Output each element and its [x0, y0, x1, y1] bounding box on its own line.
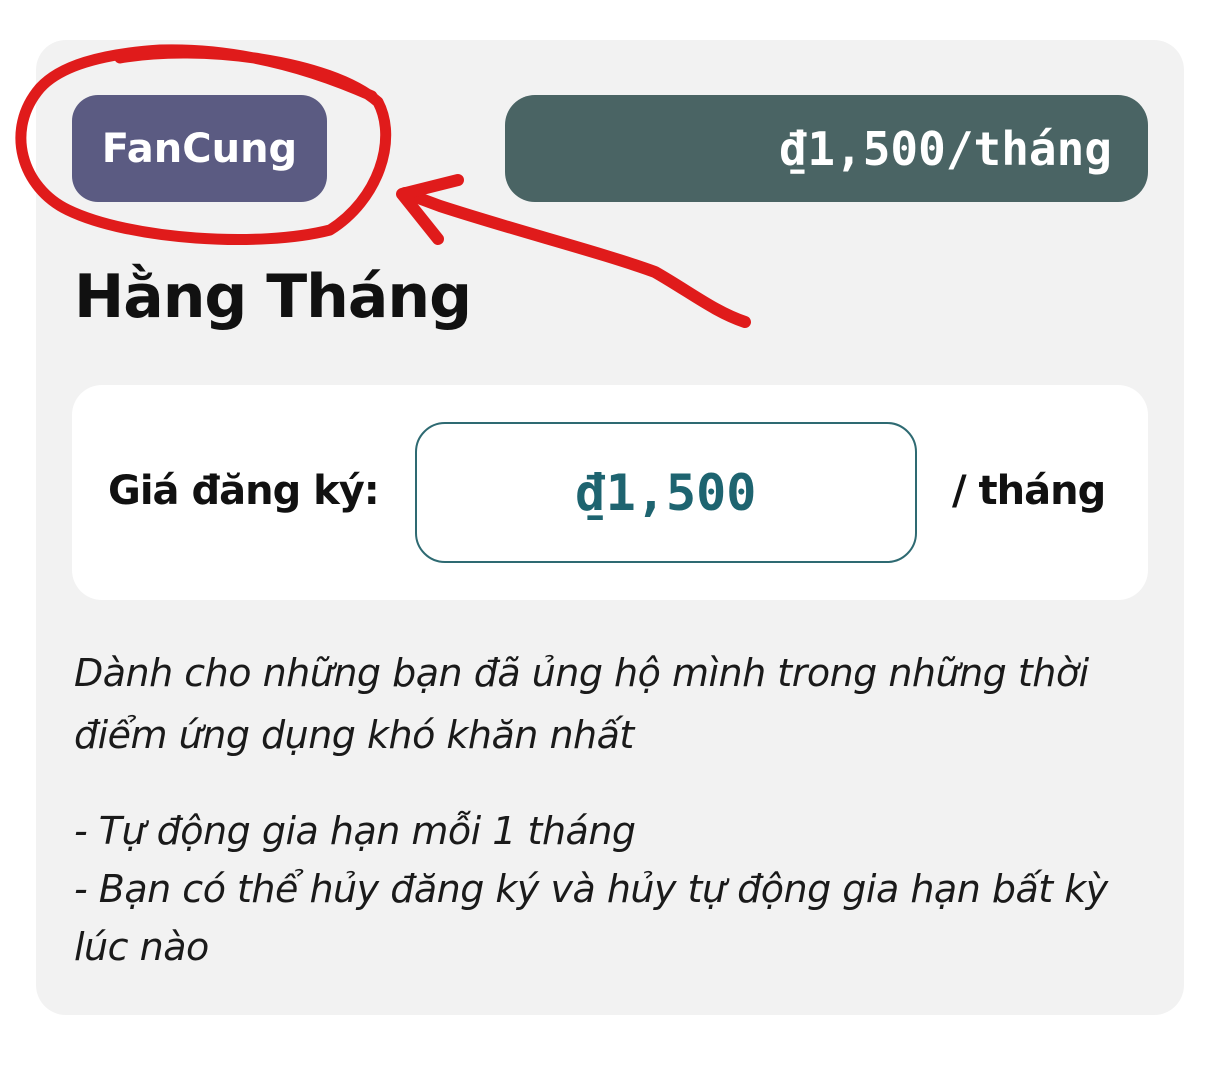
price-unit: / tháng — [952, 468, 1106, 514]
benefits-list: - Tự động gia hạn mỗi 1 tháng - Bạn có t… — [74, 802, 1154, 976]
price-value: ₫1,500 — [575, 463, 757, 522]
benefit-item: - Bạn có thể hủy đăng ký và hủy tự động … — [74, 867, 1108, 969]
plan-title: Hằng Tháng — [74, 262, 472, 332]
tier-name: FanCung — [101, 125, 298, 172]
price-input[interactable]: ₫1,500 — [415, 422, 917, 563]
price-summary: ₫1,500/tháng — [779, 121, 1112, 176]
tier-badge: FanCung — [72, 95, 327, 202]
benefit-item: - Tự động gia hạn mỗi 1 tháng — [74, 809, 636, 853]
plan-description: Dành cho những bạn đã ủng hộ mình trong … — [74, 651, 1089, 757]
price-summary-pill: ₫1,500/tháng — [505, 95, 1148, 202]
price-label: Giá đăng ký: — [108, 468, 380, 514]
